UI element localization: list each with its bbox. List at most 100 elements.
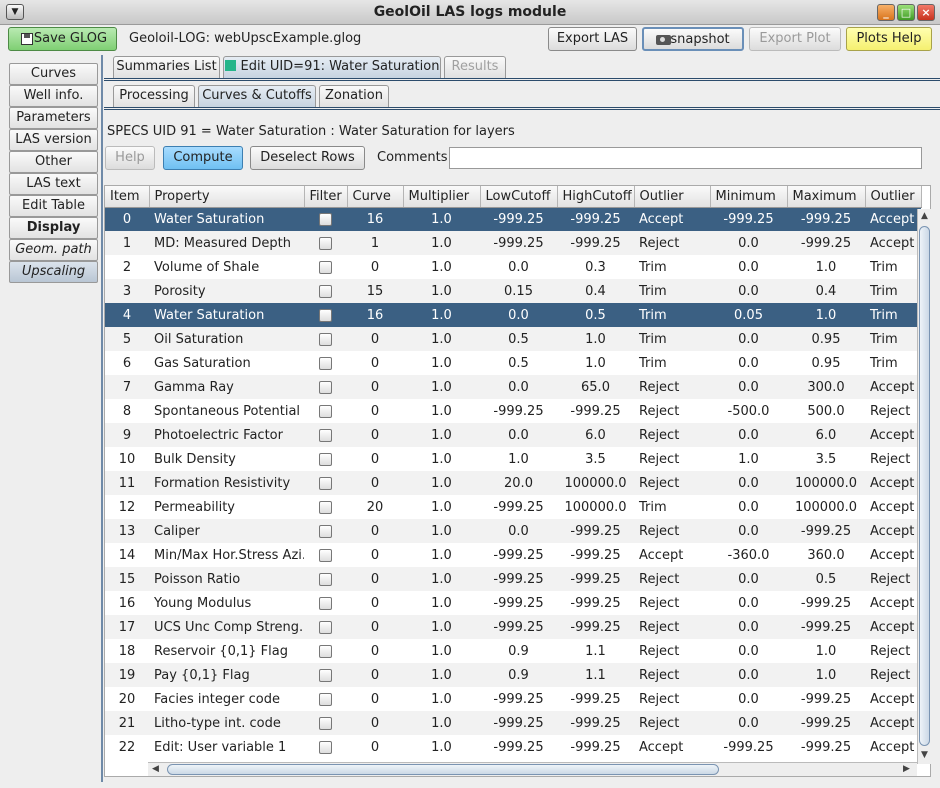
cell-outlier[interactable]: Trim [634,327,710,351]
cell-filter[interactable] [304,399,347,423]
cell-property[interactable]: Edit: User variable 1 [149,735,304,759]
cell-property[interactable]: Spontaneous Potential [149,399,304,423]
cell-lowcutoff[interactable]: -999.25 [480,735,557,759]
cell-filter[interactable] [304,375,347,399]
cell-filter[interactable] [304,471,347,495]
cell-maximum[interactable]: 3.5 [787,447,865,471]
cell-highcutoff[interactable]: -999.25 [557,711,634,735]
cell-item[interactable]: 8 [105,399,149,423]
cell-multiplier[interactable]: 1.0 [403,447,480,471]
cell-highcutoff[interactable]: 65.0 [557,375,634,399]
cell-minimum[interactable]: 0.0 [710,663,787,687]
cell-curve[interactable]: 0 [347,255,403,279]
cell-outlier[interactable]: Reject [634,375,710,399]
cell-minimum[interactable]: 0.0 [710,687,787,711]
cell-multiplier[interactable]: 1.0 [403,711,480,735]
cell-property[interactable]: Bulk Density [149,447,304,471]
cell-property[interactable]: Caliper [149,519,304,543]
cell-highcutoff[interactable]: 0.5 [557,303,634,327]
cell-lowcutoff[interactable]: -999.25 [480,711,557,735]
column-header-maximum[interactable]: Maximum [787,186,866,208]
cell-item[interactable]: 3 [105,279,149,303]
cell-maximum[interactable]: 100000.0 [787,495,865,519]
cell-outlier-2[interactable]: Accept [865,687,921,711]
snapshot-button[interactable]: snapshot [642,27,744,51]
cell-lowcutoff[interactable]: -999.25 [480,591,557,615]
cell-curve[interactable]: 0 [347,423,403,447]
cell-item[interactable]: 5 [105,327,149,351]
table-row[interactable]: 13 Caliper 0 1.0 0.0 -999.25 Reject 0.0 -999.25 A… [105,519,921,543]
cell-minimum[interactable]: 0.0 [710,495,787,519]
cell-property[interactable]: Reservoir {0,1} Flag [149,639,304,663]
filter-checkbox[interactable] [319,332,332,346]
cell-multiplier[interactable]: 1.0 [403,687,480,711]
cell-filter[interactable] [304,687,347,711]
cell-lowcutoff[interactable]: -999.25 [480,399,557,423]
cell-outlier[interactable]: Reject [634,519,710,543]
cell-highcutoff[interactable]: 1.1 [557,663,634,687]
cell-multiplier[interactable]: 1.0 [403,279,480,303]
cell-item[interactable]: 15 [105,567,149,591]
cell-curve[interactable]: 16 [347,207,403,231]
cell-curve[interactable]: 16 [347,303,403,327]
filter-checkbox[interactable] [319,308,332,322]
table-row[interactable]: 12 Permeability 20 1.0 -999.25 100000.0 Trim 0.… [105,495,921,519]
cell-curve[interactable]: 15 [347,279,403,303]
cell-maximum[interactable]: -999.25 [787,207,865,231]
cell-outlier-2[interactable]: Trim [865,303,921,327]
cell-item[interactable]: 17 [105,615,149,639]
filter-checkbox[interactable] [319,620,332,634]
cell-curve[interactable]: 0 [347,327,403,351]
sidebar-item-las-text[interactable]: LAS text [9,173,98,195]
column-header-outlier-2[interactable]: Outlier [865,186,922,208]
cell-curve[interactable]: 0 [347,567,403,591]
cell-multiplier[interactable]: 1.0 [403,399,480,423]
table-row[interactable]: 16 Young Modulus 0 1.0 -999.25 -999.25 Reject 0… [105,591,921,615]
cell-filter[interactable] [304,711,347,735]
column-header-multiplier[interactable]: Multiplier [403,186,481,208]
cell-multiplier[interactable]: 1.0 [403,231,480,255]
cell-filter[interactable] [304,567,347,591]
cell-item[interactable]: 11 [105,471,149,495]
sidebar-item-display[interactable]: Display [9,217,98,239]
column-header-highcutoff[interactable]: HighCutoff [557,186,635,208]
sidebar-item-curves[interactable]: Curves [9,63,98,85]
cell-curve[interactable]: 0 [347,591,403,615]
filter-checkbox[interactable] [319,404,332,418]
filter-checkbox[interactable] [319,476,332,490]
cell-outlier-2[interactable]: Accept [865,471,921,495]
cell-multiplier[interactable]: 1.0 [403,735,480,759]
cell-filter[interactable] [304,735,347,759]
cell-curve[interactable]: 0 [347,639,403,663]
cell-outlier[interactable]: Reject [634,231,710,255]
tab-curves-cutoffs[interactable]: Curves & Cutoffs [198,85,316,107]
cell-property[interactable]: Gamma Ray [149,375,304,399]
cell-property[interactable]: Gas Saturation [149,351,304,375]
cell-property[interactable]: Young Modulus [149,591,304,615]
table-row[interactable]: 9 Photoelectric Factor 0 1.0 0.0 6.0 Reject 0.0… [105,423,921,447]
cell-minimum[interactable]: -360.0 [710,543,787,567]
cell-filter[interactable] [304,231,347,255]
cell-outlier[interactable]: Reject [634,447,710,471]
cell-minimum[interactable]: 0.0 [710,327,787,351]
cell-filter[interactable] [304,351,347,375]
filter-checkbox[interactable] [319,668,332,682]
cell-maximum[interactable]: 300.0 [787,375,865,399]
column-header-item[interactable]: Item [105,186,150,208]
filter-checkbox[interactable] [319,740,332,754]
cell-property[interactable]: Facies integer code [149,687,304,711]
cell-multiplier[interactable]: 1.0 [403,639,480,663]
cell-maximum[interactable]: 360.0 [787,543,865,567]
filter-checkbox[interactable] [319,428,332,442]
cell-curve[interactable]: 0 [347,687,403,711]
cell-maximum[interactable]: 500.0 [787,399,865,423]
cell-lowcutoff[interactable]: 0.15 [480,279,557,303]
cell-outlier-2[interactable]: Accept [865,207,921,231]
cell-filter[interactable] [304,543,347,567]
table-row[interactable]: 2 Volume of Shale 0 1.0 0.0 0.3 Trim 0.0 1.0 Trim [105,255,921,279]
table-row[interactable]: 8 Spontaneous Potential 0 1.0 -999.25 -999.25… [105,399,921,423]
cell-item[interactable]: 1 [105,231,149,255]
sidebar-item-edit-table[interactable]: Edit Table [9,195,98,217]
cell-filter[interactable] [304,639,347,663]
cell-multiplier[interactable]: 1.0 [403,567,480,591]
